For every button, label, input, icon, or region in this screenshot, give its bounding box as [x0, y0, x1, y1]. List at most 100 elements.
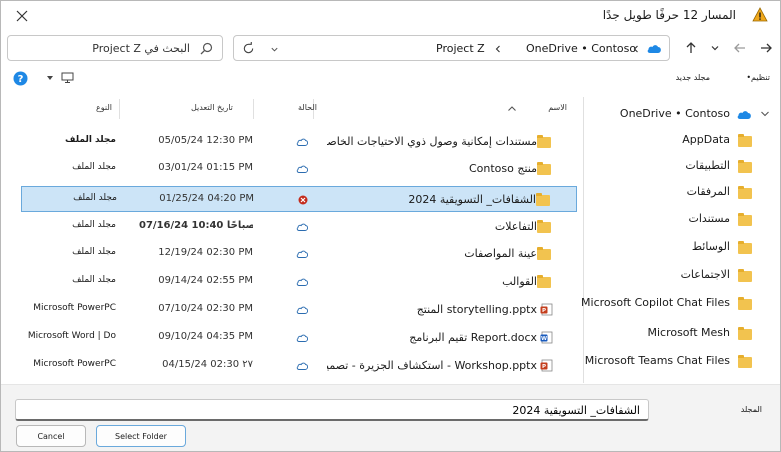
table-row[interactable]: القوالب 09/14/24 02:55 PM مجلد الملف — [21, 269, 577, 295]
arrow-right-icon — [761, 43, 772, 53]
powerpoint-file-icon: P — [540, 359, 553, 372]
sidebar-item-folder[interactable]: Microsoft Copilot Chat Files — [581, 290, 780, 316]
table-row[interactable]: P Workshop.pptx - استكشاف الجزيرة - تصميم… — [21, 353, 577, 379]
arrow-up-icon — [686, 42, 696, 53]
table-row[interactable]: مستندات إمكانية وصول ذوي الاحتياجات الخا… — [21, 129, 577, 155]
word-file-icon: W — [540, 331, 553, 344]
date-modified: 09/14/24 02:55 PM — [158, 275, 253, 286]
table-row[interactable]: W Report.docx تقيم البرنامج 09/10/24 04:35… — [21, 325, 577, 351]
folder-icon — [738, 269, 752, 282]
cloud-icon — [296, 250, 308, 258]
table-row[interactable]: Pstorytelling.pptx المنتج 07/10/24 02:30 … — [21, 297, 577, 323]
sidebar-item-label: Microsoft Mesh — [647, 326, 730, 339]
file-type: مجلد الملف — [72, 247, 116, 257]
close-icon — [16, 10, 28, 22]
cloud-icon — [296, 138, 308, 146]
file-type: مجلد الملف — [73, 193, 117, 203]
search-icon — [200, 42, 213, 55]
chevron-left-icon — [495, 45, 500, 53]
folder-label: المجلد — [740, 405, 762, 414]
table-row[interactable]: منتج Contoso 03/01/24 01:15 PM مجلد الملف — [21, 156, 577, 182]
file-type: مجلد الملف — [72, 275, 116, 285]
address-bar[interactable]: OneDrive • Contoso Project Z — [233, 35, 670, 61]
column-date-modified[interactable]: تاريخ التعديل — [191, 103, 233, 112]
sidebar-item-folder[interactable]: الوسائط — [584, 234, 780, 260]
sidebar-item-folder[interactable]: مستندات — [584, 206, 780, 232]
up-button[interactable] — [680, 37, 702, 59]
svg-text:W: W — [541, 336, 547, 342]
folder-icon — [537, 247, 551, 260]
search-input[interactable]: البحث في Project Z — [92, 42, 190, 55]
date-modified: 12/19/24 02:30 PM — [158, 247, 253, 258]
help-icon[interactable]: ? — [13, 71, 28, 86]
refresh-icon[interactable] — [242, 42, 255, 55]
cloud-icon — [296, 306, 308, 314]
folder-field[interactable] — [15, 399, 649, 421]
chevron-down-icon[interactable] — [270, 45, 279, 54]
file-type: Microsoft PowerPC — [33, 303, 116, 313]
column-header-row: الاسم الحالة تاريخ التعديل النوع — [21, 97, 579, 121]
breadcrumb-project-z[interactable]: Project Z — [436, 42, 485, 55]
file-name: عينة المواصفات — [464, 247, 537, 260]
date-modified: 07/10/24 02:30 PM — [158, 303, 253, 314]
date-modified: 09/10/24 04:35 PM — [158, 331, 253, 342]
back-button[interactable] — [755, 37, 777, 59]
folder-icon — [536, 193, 550, 206]
folder-icon — [738, 186, 752, 199]
new-folder-button[interactable]: مجلد جديد — [676, 73, 710, 82]
cancel-button[interactable]: Cancel — [16, 425, 86, 447]
onedrive-icon — [647, 45, 661, 53]
command-bar: تنظيم• مجلد جديد ? — [1, 65, 780, 93]
table-row[interactable]: الشفافات_ التسويقية 2024 01/25/24 04:20 P… — [21, 186, 577, 212]
folder-picker-dialog: المسار 12 حرفًا طويل جدًا OneDrive • Con… — [0, 0, 781, 452]
column-name[interactable]: الاسم — [548, 103, 567, 112]
file-name: القوالب — [502, 275, 537, 288]
forward-button[interactable] — [729, 37, 751, 59]
file-type: مجلد الملف — [72, 162, 116, 172]
folder-input[interactable] — [40, 402, 640, 418]
sort-chevron-icon — [508, 106, 516, 111]
recent-locations-button[interactable] — [704, 37, 726, 59]
table-row[interactable]: عينة المواصفات 12/19/24 02:30 PM مجلد المل… — [21, 241, 577, 267]
onedrive-icon — [737, 111, 751, 119]
close-button[interactable] — [9, 5, 35, 27]
date-modified: 01/25/24 04:20 PM — [159, 193, 254, 204]
search-box[interactable]: البحث في Project Z — [7, 35, 223, 61]
sidebar-item-folder[interactable]: Microsoft Teams Chat Files — [584, 348, 780, 374]
sidebar-item-folder[interactable]: المرفقات — [584, 179, 780, 205]
file-name: منتج Contoso — [468, 162, 537, 175]
sidebar-item-label: AppData — [682, 133, 730, 146]
file-name: مستندات إمكانية وصول ذوي الاحتياجات الخا… — [327, 135, 537, 148]
dialog-footer: المجلد Select Folder Cancel — [1, 384, 780, 451]
file-name: Workshop.pptx - استكشاف الجزيرة - تصميم — [327, 359, 537, 372]
sidebar-item-label: الوسائط — [691, 240, 730, 253]
column-type[interactable]: النوع — [96, 103, 112, 112]
folder-icon — [537, 275, 551, 288]
dialog-title: المسار 12 حرفًا طويل جدًا — [602, 8, 736, 22]
date-modified: 04/15/24 02:30 ٢٧ — [162, 359, 253, 370]
sidebar-item-label: Microsoft Teams Chat Files — [584, 354, 730, 367]
folder-icon — [738, 160, 752, 173]
title-bar: المسار 12 حرفًا طويل جدًا — [1, 1, 780, 31]
view-icon[interactable] — [61, 72, 74, 84]
select-folder-button[interactable]: Select Folder — [96, 425, 186, 447]
cloud-icon — [296, 223, 308, 231]
sidebar-item-onedrive[interactable]: OneDrive • Contoso — [584, 101, 780, 127]
sidebar-item-folder[interactable]: التطبيقات — [584, 153, 780, 179]
folder-icon — [537, 162, 551, 175]
sidebar-item-folder[interactable]: الاجتماعات — [584, 262, 780, 288]
table-row[interactable]: التفاعلات 07/16/24 10:40 صباحًا مجلد الملف — [21, 214, 577, 240]
chevron-down-icon[interactable] — [760, 110, 770, 118]
file-type: مجلد الملف — [65, 135, 116, 145]
chevron-down-icon — [711, 46, 719, 51]
sidebar-item-folder[interactable]: Microsoft Mesh — [584, 320, 780, 346]
breadcrumb-onedrive[interactable]: OneDrive • Contoso — [526, 42, 636, 55]
caret-down-icon[interactable] — [47, 76, 53, 80]
date-modified: 03/01/24 01:15 PM — [158, 162, 253, 173]
date-modified: 05/05/24 12:30 PM — [158, 135, 253, 146]
file-type: Microsoft Word | Do — [27, 331, 116, 341]
column-status[interactable]: الحالة — [298, 103, 317, 112]
sidebar-item-folder[interactable]: AppData — [584, 127, 780, 153]
folder-icon — [738, 241, 752, 254]
organize-button[interactable]: تنظيم• — [746, 73, 770, 82]
